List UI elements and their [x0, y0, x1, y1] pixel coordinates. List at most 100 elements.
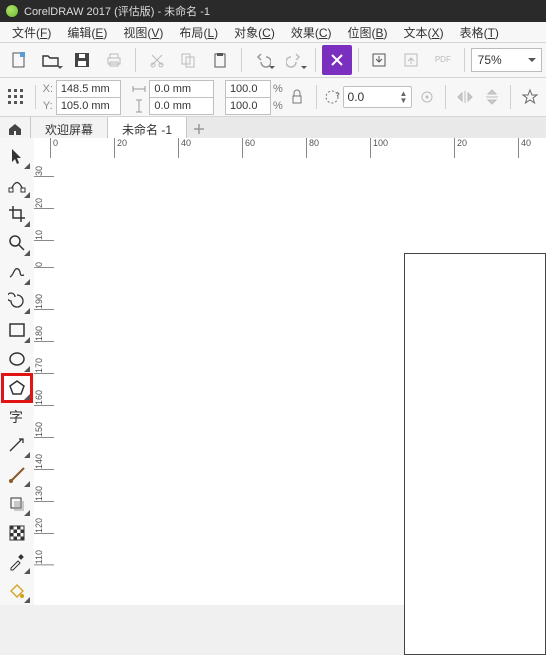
ruler-horizontal[interactable]: 0 20 40 60 80 100 20 40: [34, 138, 546, 159]
export-icon: [403, 52, 419, 68]
ruler-vertical[interactable]: 30 20 10 0 190 180 170 160 150 140 130 1…: [34, 158, 55, 605]
menu-layout[interactable]: 布局(L): [171, 23, 226, 42]
shadow-icon: [8, 495, 26, 513]
percent-label: %: [273, 83, 283, 95]
menu-table[interactable]: 表格(T): [452, 23, 507, 42]
redo-button[interactable]: [279, 45, 309, 75]
copy-icon: [180, 52, 196, 68]
menu-file[interactable]: 文件(F): [4, 23, 59, 42]
dimension-icon: [8, 437, 26, 455]
width-icon: [131, 84, 147, 94]
copy-button[interactable]: [173, 45, 203, 75]
new-button[interactable]: [4, 45, 34, 75]
save-button[interactable]: [67, 45, 97, 75]
rotation-input[interactable]: 0.0 ▲▼: [343, 86, 413, 108]
crop-tool[interactable]: [2, 200, 32, 229]
menu-bitmap[interactable]: 位图(B): [340, 23, 396, 42]
search-content-button[interactable]: [322, 45, 352, 75]
width-input[interactable]: 0.0 mm: [149, 80, 214, 98]
y-position-input[interactable]: 105.0 mm: [56, 97, 121, 115]
drawing-canvas[interactable]: [54, 158, 546, 605]
chevron-down-icon[interactable]: [525, 54, 539, 66]
mirror-horizontal-button[interactable]: [452, 82, 477, 112]
zoom-tool[interactable]: [2, 229, 32, 258]
spinner-arrows[interactable]: ▲▼: [400, 90, 408, 104]
ruler-tick: 40: [178, 138, 191, 158]
favorite-button[interactable]: [517, 82, 542, 112]
property-bar: X: 148.5 mm Y: 105.0 mm 0.0 mm 0.0 mm 10…: [0, 78, 546, 117]
connector-tool[interactable]: [2, 460, 32, 489]
transparency-icon: [8, 524, 26, 542]
rectangle-tool[interactable]: [2, 316, 32, 345]
menu-object[interactable]: 对象(C): [226, 23, 283, 42]
percent-label: %: [273, 100, 283, 112]
import-icon: [371, 52, 387, 68]
cut-button[interactable]: [142, 45, 172, 75]
mirror-vertical-button[interactable]: [479, 82, 504, 112]
lock-ratio-button[interactable]: [285, 82, 310, 112]
polygon-tool[interactable]: [2, 374, 32, 403]
publish-pdf-button[interactable]: PDF: [428, 45, 458, 75]
parallel-dimension-tool[interactable]: [2, 431, 32, 460]
ruler-tick: 170: [34, 356, 54, 374]
ruler-tick: 140: [34, 452, 54, 470]
svg-text:字: 字: [9, 410, 23, 426]
snap-grid-icon: [7, 88, 25, 106]
undo-button[interactable]: [248, 45, 278, 75]
plus-icon: [193, 123, 205, 135]
import-button[interactable]: [365, 45, 395, 75]
window-title: CorelDRAW 2017 (评估版) - 未命名 -1: [24, 3, 210, 19]
separator: [464, 48, 465, 72]
zoom-level-combo[interactable]: 75%: [471, 48, 542, 72]
ruler-tick: 60: [242, 138, 255, 158]
export-button[interactable]: [396, 45, 426, 75]
drop-shadow-tool[interactable]: [2, 489, 32, 518]
x-label: X:: [42, 83, 54, 95]
separator: [315, 48, 316, 72]
y-label: Y:: [42, 100, 54, 112]
open-button[interactable]: [36, 45, 66, 75]
separator: [316, 85, 317, 109]
pick-tool[interactable]: [2, 142, 32, 171]
fill-icon: [8, 582, 26, 600]
separator: [445, 85, 446, 109]
ruler-tick: 190: [34, 292, 54, 310]
scale-y-input[interactable]: 100.0: [225, 97, 271, 115]
cut-icon: [149, 52, 165, 68]
ruler-tick: 20: [114, 138, 127, 158]
menubar: 文件(F) 编辑(E) 视图(V) 布局(L) 对象(C) 效果(C) 位图(B…: [0, 22, 546, 43]
ruler-tick: 20: [454, 138, 467, 158]
print-button[interactable]: [99, 45, 129, 75]
star-icon: [521, 88, 539, 106]
x-position-input[interactable]: 148.5 mm: [56, 80, 121, 98]
interactive-fill-tool[interactable]: [2, 576, 32, 605]
shape-tool[interactable]: [2, 171, 32, 200]
pdf-icon: PDF: [435, 56, 451, 64]
text-tool[interactable]: 字: [2, 402, 32, 431]
connector-icon: [8, 466, 26, 484]
transparency-tool[interactable]: [2, 518, 32, 547]
height-input[interactable]: 0.0 mm: [149, 97, 214, 115]
ruler-tick: 150: [34, 420, 54, 438]
paste-button[interactable]: [205, 45, 235, 75]
undo-icon: [255, 52, 271, 68]
scale-x-input[interactable]: 100.0: [225, 80, 271, 98]
ellipse-tool[interactable]: [2, 345, 32, 374]
freehand-tool[interactable]: [2, 258, 32, 287]
menu-view[interactable]: 视图(V): [115, 23, 171, 42]
menu-effects[interactable]: 效果(C): [283, 23, 340, 42]
lock-icon: [290, 88, 304, 106]
snap-options-button[interactable]: [4, 82, 29, 112]
size-group: 0.0 mm 0.0 mm: [131, 80, 214, 114]
color-eyedropper-tool[interactable]: [2, 547, 32, 576]
ruler-tick: 0: [50, 138, 58, 158]
search-content-icon: [329, 52, 345, 68]
rotation-center-button[interactable]: [414, 82, 439, 112]
separator: [510, 85, 511, 109]
folder-open-icon: [42, 52, 60, 68]
app-logo-icon: [6, 5, 18, 17]
rotation-center-icon: [419, 89, 435, 105]
menu-text[interactable]: 文本(X): [396, 23, 452, 42]
menu-edit[interactable]: 编辑(E): [59, 23, 115, 42]
artistic-media-tool[interactable]: [2, 287, 32, 316]
